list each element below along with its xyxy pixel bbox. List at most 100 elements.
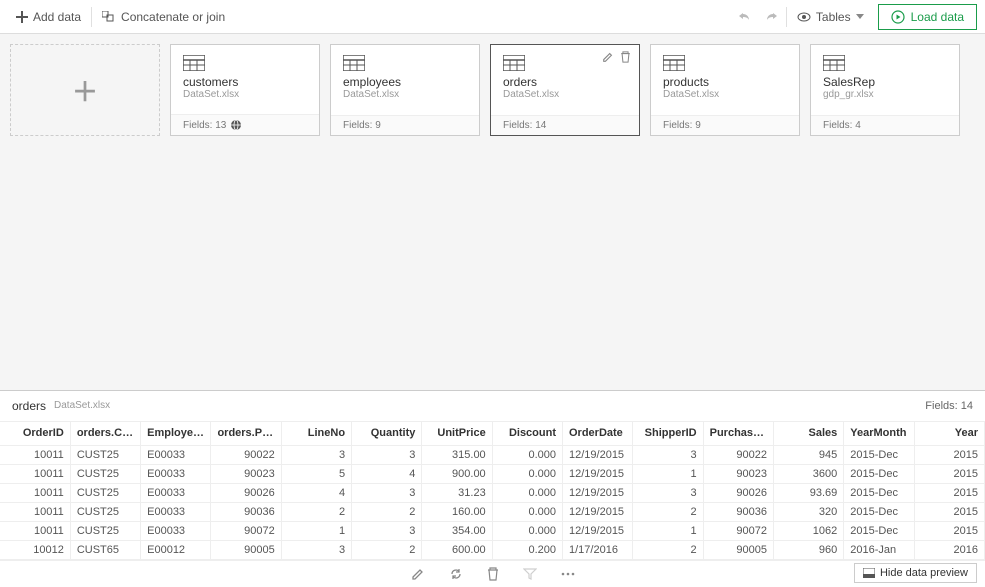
add-data-button[interactable]: Add data	[8, 6, 89, 28]
column-header[interactable]: OrderID	[0, 422, 70, 446]
table-row[interactable]: 10012CUST65E000129000532600.000.2001/17/…	[0, 541, 985, 560]
load-data-label: Load data	[911, 10, 964, 24]
table-cell: 315.00	[422, 446, 492, 465]
column-header[interactable]: ShipperID	[633, 422, 703, 446]
table-card-footer: Fields: 9	[651, 115, 799, 135]
preview-header: orders DataSet.xlsx Fields: 14	[0, 391, 985, 422]
table-cell: 0.000	[492, 522, 562, 541]
table-cell: 2	[633, 541, 703, 560]
hide-preview-button[interactable]: Hide data preview	[854, 563, 977, 583]
edit-table-button[interactable]	[602, 51, 614, 63]
add-table-card[interactable]: ＋	[10, 44, 160, 136]
table-card-orders[interactable]: ordersDataSet.xlsxFields: 14	[490, 44, 640, 136]
table-cell: 10011	[0, 484, 70, 503]
refresh-button[interactable]	[449, 567, 463, 581]
column-header[interactable]: PurchasedP...	[703, 422, 773, 446]
redo-icon	[764, 11, 778, 23]
column-header[interactable]: Sales	[773, 422, 843, 446]
column-header[interactable]: UnitPrice	[422, 422, 492, 446]
undo-button[interactable]	[732, 7, 758, 27]
table-cell: 3600	[773, 465, 843, 484]
delete-button[interactable]	[487, 567, 499, 581]
filter-button[interactable]	[523, 568, 537, 580]
table-cell: 90023	[211, 465, 281, 484]
column-header[interactable]: Year	[914, 422, 984, 446]
more-button[interactable]	[561, 572, 575, 576]
column-header[interactable]: orders.Cust...	[70, 422, 140, 446]
table-cell: 5	[281, 465, 351, 484]
plus-icon	[16, 11, 28, 23]
eye-icon	[797, 12, 811, 22]
column-header[interactable]: OrderDate	[563, 422, 633, 446]
preview-action-bar: Hide data preview	[0, 560, 985, 587]
table-cell: 3	[633, 484, 703, 503]
trash-icon	[487, 567, 499, 581]
separator	[786, 7, 787, 27]
table-cell: CUST25	[70, 484, 140, 503]
undo-icon	[738, 11, 752, 23]
separator	[91, 7, 92, 27]
table-cell: 320	[773, 503, 843, 522]
table-cell: 2015-Dec	[844, 522, 914, 541]
more-icon	[561, 572, 575, 576]
table-cell: CUST65	[70, 541, 140, 560]
hide-preview-label: Hide data preview	[880, 567, 968, 579]
column-header[interactable]: LineNo	[281, 422, 351, 446]
concatenate-label: Concatenate or join	[121, 10, 225, 24]
table-card-customers[interactable]: customersDataSet.xlsxFields: 13	[170, 44, 320, 136]
table-card-employees[interactable]: employeesDataSet.xlsxFields: 9	[330, 44, 480, 136]
table-cell: 90072	[211, 522, 281, 541]
preview-title: orders	[12, 399, 46, 413]
top-toolbar: Add data Concatenate or join Tables Load…	[0, 0, 985, 34]
table-cell: 2016-Jan	[844, 541, 914, 560]
table-row[interactable]: 10011CUST25E000339003622160.000.00012/19…	[0, 503, 985, 522]
table-cell: 0.000	[492, 446, 562, 465]
table-row[interactable]: 10011CUST25E000339002354900.000.00012/19…	[0, 465, 985, 484]
tables-dropdown[interactable]: Tables	[789, 6, 872, 28]
table-cell: 90036	[211, 503, 281, 522]
redo-button[interactable]	[758, 7, 784, 27]
play-circle-icon	[891, 10, 905, 24]
field-count: Fields: 9	[343, 120, 381, 131]
load-data-button[interactable]: Load data	[878, 4, 977, 30]
table-card-source: gdp_gr.xlsx	[823, 89, 947, 100]
table-cell: 90005	[703, 541, 773, 560]
table-cell: 945	[773, 446, 843, 465]
preview-grid: OrderIDorders.Cust...EmployeeKeyorders.P…	[0, 422, 985, 561]
column-header[interactable]: EmployeeKey	[141, 422, 211, 446]
table-cell: 12/19/2015	[563, 484, 633, 503]
table-cell: 2015-Dec	[844, 503, 914, 522]
table-card-title: products	[663, 75, 787, 89]
table-cell: 90005	[211, 541, 281, 560]
tables-label: Tables	[816, 10, 851, 24]
delete-table-button[interactable]	[620, 51, 631, 63]
table-cell: 3	[281, 446, 351, 465]
table-card-footer: Fields: 4	[811, 115, 959, 135]
table-cell: 10011	[0, 503, 70, 522]
table-cell: E00033	[141, 465, 211, 484]
table-cell: 1062	[773, 522, 843, 541]
table-cell: CUST25	[70, 446, 140, 465]
table-cell: 90022	[211, 446, 281, 465]
concatenate-button[interactable]: Concatenate or join	[94, 6, 233, 28]
table-cell: 10011	[0, 522, 70, 541]
add-data-label: Add data	[33, 10, 81, 24]
edit-button[interactable]	[411, 567, 425, 581]
column-header[interactable]: orders.Prod...	[211, 422, 281, 446]
table-cell: 3	[633, 446, 703, 465]
table-cell: 90026	[703, 484, 773, 503]
column-header[interactable]: Discount	[492, 422, 562, 446]
table-card-SalesRep[interactable]: SalesRepgdp_gr.xlsx Fields: 4	[810, 44, 960, 136]
column-header[interactable]: YearMonth	[844, 422, 914, 446]
table-icon	[343, 55, 467, 71]
table-row[interactable]: 10011CUST25E000339002233315.000.00012/19…	[0, 446, 985, 465]
column-header[interactable]: Quantity	[352, 422, 422, 446]
table-cell: 0.200	[492, 541, 562, 560]
table-card-products[interactable]: productsDataSet.xlsxFields: 9	[650, 44, 800, 136]
table-cell: 354.00	[422, 522, 492, 541]
table-cell: 160.00	[422, 503, 492, 522]
table-row[interactable]: 10011CUST25E000339007213354.000.00012/19…	[0, 522, 985, 541]
table-row[interactable]: 10011CUST25E00033900264331.230.00012/19/…	[0, 484, 985, 503]
table-cell: CUST25	[70, 522, 140, 541]
table-card-title: SalesRep	[823, 75, 947, 89]
